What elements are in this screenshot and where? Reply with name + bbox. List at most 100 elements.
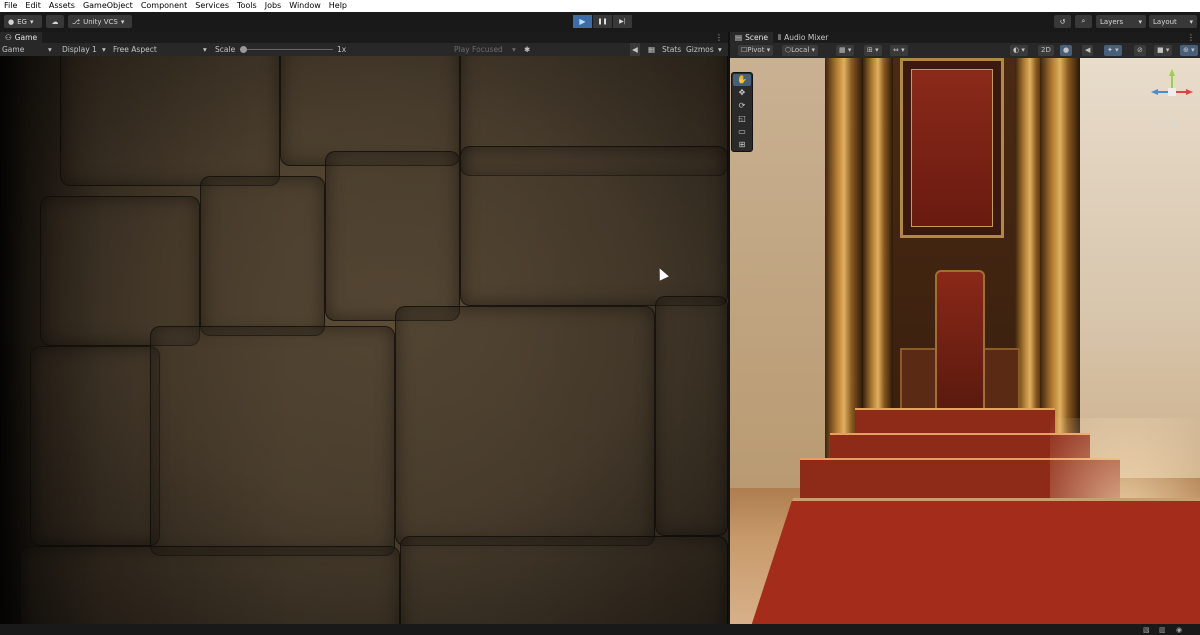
main-toolbar: ● EG ▾ ☁ ⎇ Unity VCS ▾ ▶ ❚❚ ▶| ↺ ⌕ Layer… <box>0 12 1200 32</box>
play-button[interactable]: ▶ <box>573 15 592 28</box>
menu-services[interactable]: Services <box>195 0 229 12</box>
lighting-toggle[interactable]: ● <box>1060 45 1073 56</box>
speaker-icon: ◀ <box>632 45 638 54</box>
status-bar: ▧ ▥ ◉ <box>0 624 1200 635</box>
2d-label: 2D <box>1041 46 1051 54</box>
gizmos-button[interactable]: Gizmos <box>686 43 714 56</box>
gizmo-cone-x[interactable] <box>1186 89 1193 95</box>
speaker-icon: ◀ <box>1085 46 1091 54</box>
game-controls-bar: Game ▾ Display 1 ▾ Free Aspect ▾ Scale 1… <box>0 43 728 56</box>
effects-dropdown[interactable]: ✦ ▾ <box>1104 45 1122 56</box>
menu-tools[interactable]: Tools <box>237 0 257 12</box>
visibility-toggle[interactable]: ⊘ <box>1134 45 1146 56</box>
stats-button[interactable]: Stats <box>662 43 681 56</box>
stats-label: Stats <box>662 45 682 54</box>
gizmos-dropdown[interactable]: ⊕ ▾ <box>1180 45 1198 56</box>
rotate-icon: ⟳ <box>738 101 746 111</box>
chevron-down-icon: ▾ <box>1138 17 1142 26</box>
gizmos-label: Gizmos <box>686 45 714 54</box>
menu-component[interactable]: Component <box>141 0 187 12</box>
history-icon: ↺ <box>1059 17 1066 26</box>
menu-edit[interactable]: Edit <box>25 0 41 12</box>
chevron-down-icon: ▾ <box>718 45 722 54</box>
2d-toggle[interactable]: 2D <box>1038 45 1054 56</box>
audio-mixer-icon: ⫴ <box>777 33 782 42</box>
rotate-tool-button[interactable]: ⟳ <box>733 100 751 112</box>
scale-tool-button[interactable]: ◱ <box>733 112 751 124</box>
step-button[interactable]: ▶| <box>613 15 632 28</box>
menu-gameobject[interactable]: GameObject <box>83 0 133 12</box>
play-mode-dropdown[interactable]: Play Focused <box>454 43 503 56</box>
grid-snap-button[interactable]: ▦ ▾ <box>836 45 855 56</box>
debug-icon[interactable]: ◉ <box>1176 626 1182 634</box>
layout-dropdown[interactable]: Layout ▾ <box>1149 15 1197 28</box>
history-button[interactable]: ↺ <box>1054 15 1071 28</box>
game-tab-strip: ⚇ Game ⋮ <box>0 32 728 43</box>
pause-button[interactable]: ❚❚ <box>593 15 612 28</box>
scene-icon: ▤ <box>735 33 743 42</box>
aspect-label: Free Aspect <box>113 45 157 54</box>
scene-tool-palette: ✋ ✥ ⟳ ◱ ▭ ⊞ <box>731 72 753 152</box>
align-icon: ⇔ <box>893 46 899 54</box>
vcs-dropdown[interactable]: ⎇ Unity VCS ▾ <box>68 15 132 28</box>
more-options-icon[interactable]: ⋮ <box>1187 32 1195 43</box>
move-tool-button[interactable]: ✥ <box>733 87 751 99</box>
game-mode-label: Game <box>2 45 25 54</box>
menu-help[interactable]: Help <box>329 0 347 12</box>
game-mode-dropdown[interactable]: Game <box>2 43 24 56</box>
scale-slider-handle[interactable] <box>240 46 247 53</box>
account-dropdown[interactable]: ● EG ▾ <box>4 15 42 28</box>
tab-audio-mixer[interactable]: ⫴ Audio Mixer <box>773 32 833 43</box>
menu-file[interactable]: File <box>4 0 17 12</box>
shading-mode-dropdown[interactable]: ◐ ▾ <box>1010 45 1028 56</box>
audio-mute-button[interactable]: ◀ <box>630 43 640 56</box>
display-dropdown[interactable]: Display 1 <box>62 43 97 56</box>
rect-tool-button[interactable]: ▭ <box>733 125 751 137</box>
grid-icon[interactable]: ▦ <box>648 43 655 56</box>
pause-icon: ❚❚ <box>597 18 608 25</box>
progress-icon[interactable]: ▥ <box>1159 626 1166 634</box>
tab-game[interactable]: ⚇ Game <box>0 32 43 43</box>
chevron-down-icon: ▾ <box>203 45 207 54</box>
orientation-gizmo[interactable] <box>1142 66 1194 122</box>
menu-assets[interactable]: Assets <box>49 0 75 12</box>
search-button[interactable]: ⌕ <box>1075 15 1092 28</box>
gizmo-cone-z[interactable] <box>1151 89 1158 95</box>
chevron-down-icon: ▾ <box>102 45 106 54</box>
display-label: Display 1 <box>62 45 97 54</box>
perspective-label[interactable]: < Persp <box>1150 120 1177 128</box>
aspect-dropdown[interactable]: Free Aspect <box>113 43 157 56</box>
gizmo-center[interactable] <box>1168 88 1176 96</box>
scene-viewport[interactable] <box>730 58 1200 624</box>
pivot-dropdown[interactable]: ☐Pivot ▾ <box>738 45 774 56</box>
audio-toggle[interactable]: ◀ <box>1082 45 1094 56</box>
snap-increment-button[interactable]: ⊞ ▾ <box>864 45 882 56</box>
tab-scene-label: Scene <box>745 33 768 42</box>
camera-dropdown[interactable]: ■ ▾ <box>1154 45 1173 56</box>
transform-tool-button[interactable]: ⊞ <box>733 138 751 150</box>
layers-dropdown[interactable]: Layers ▾ <box>1096 15 1146 28</box>
gamepad-icon: ⚇ <box>5 33 12 42</box>
gizmo-cone-y[interactable] <box>1169 69 1175 76</box>
cloud-button[interactable]: ☁ <box>46 15 64 28</box>
camera-icon: ■ <box>1157 46 1164 54</box>
play-mode-label: Play Focused <box>454 45 503 54</box>
more-options-icon[interactable]: ⋮ <box>715 32 723 43</box>
scale-value: 1x <box>337 45 347 54</box>
vcs-label: Unity VCS <box>83 17 118 26</box>
tab-scene[interactable]: ▤ Scene <box>730 32 773 43</box>
align-button[interactable]: ⇔ ▾ <box>890 45 908 56</box>
hand-tool-button[interactable]: ✋ <box>733 74 751 86</box>
scene-throne-back <box>935 270 985 410</box>
local-dropdown[interactable]: ⬡Local ▾ <box>782 45 819 56</box>
menu-jobs[interactable]: Jobs <box>265 0 282 12</box>
menu-window[interactable]: Window <box>289 0 321 12</box>
game-viewport[interactable] <box>0 56 728 624</box>
bug-icon[interactable]: ✱ <box>524 43 530 56</box>
sphere-icon: ◐ <box>1013 46 1020 54</box>
network-icon[interactable]: ▧ <box>1143 626 1150 634</box>
tab-game-label: Game <box>14 33 38 42</box>
menu-bar: File Edit Assets GameObject Component Se… <box>0 0 1200 12</box>
scale-slider[interactable] <box>240 46 333 53</box>
layout-label: Layout <box>1153 17 1177 26</box>
